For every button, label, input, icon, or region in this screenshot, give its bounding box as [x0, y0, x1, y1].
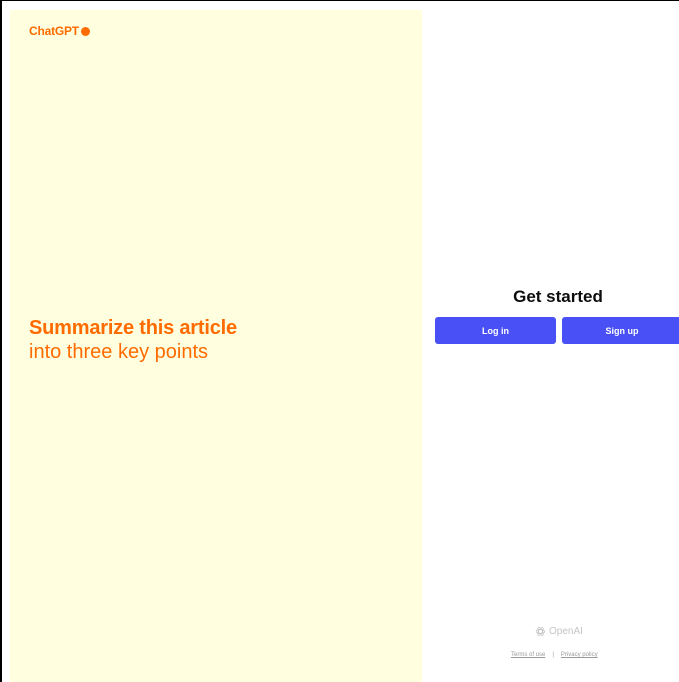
- promo-headline: Summarize this article into three key po…: [29, 316, 237, 364]
- signup-button[interactable]: Sign up: [562, 317, 679, 344]
- chatgpt-logo: ChatGPT: [29, 24, 90, 38]
- openai-brand-text: OpenAI: [549, 626, 583, 637]
- terms-link[interactable]: Terms of use: [511, 652, 545, 658]
- promo-panel: ChatGPT Summarize this article into thre…: [10, 10, 422, 682]
- footer-links: Terms of use | Privacy policy: [511, 652, 598, 658]
- dot-icon: [80, 26, 90, 36]
- openai-logo-icon: [535, 627, 546, 636]
- promo-headline-strong: Summarize this article: [29, 317, 237, 339]
- signup-button-label: Sign up: [605, 325, 639, 336]
- privacy-link[interactable]: Privacy policy: [561, 652, 598, 658]
- logo-text: ChatGPT: [29, 24, 79, 38]
- login-button[interactable]: Log in: [435, 317, 556, 344]
- window-frame: ChatGPT Summarize this article into thre…: [0, 0, 679, 682]
- auth-panel: Get started Log in Sign up OpenAI Terms …: [422, 10, 679, 682]
- login-button-label: Log in: [482, 325, 509, 336]
- promo-headline-subline: into three key points: [29, 341, 208, 363]
- openai-brand: OpenAI: [535, 626, 583, 637]
- footer-separator: |: [552, 652, 554, 658]
- auth-title: Get started: [513, 287, 603, 306]
